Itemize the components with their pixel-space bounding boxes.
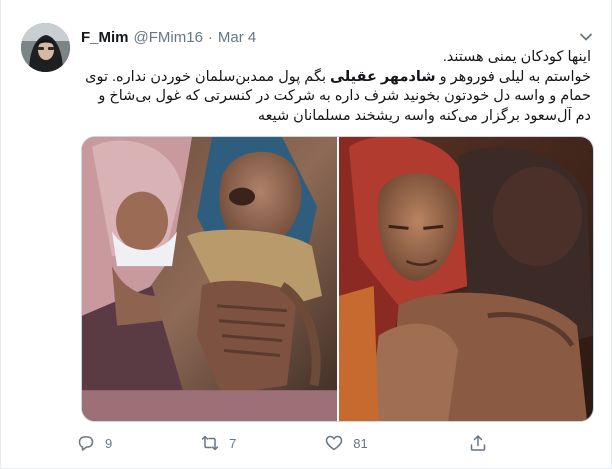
retweet-count: 7 [229,435,237,451]
tweet-line-4: دم آل‌سعود برگزار می‌کنه واسه ریشخند مسل… [257,107,591,124]
retweet-button[interactable]: 7 [201,434,325,452]
reply-icon [77,434,95,452]
tweet-text: اینها کودکان یمنی هستند. خواستم به لیلی … [81,48,591,126]
tweet-actions: 9 7 81 [77,432,507,454]
tweet-line-1: اینها کودکان یمنی هستند. [442,49,591,65]
share-button[interactable] [469,434,507,452]
tweet-line-2: خواستم به لیلی فوروهر و شادمهر عقیلی بگم… [85,68,591,85]
retweet-icon [201,434,219,452]
heart-icon [325,434,343,452]
media-photo-2[interactable] [339,137,593,421]
tweet-card[interactable]: F_Mim @FMim16 · Mar 4 اینها کودکان یمنی … [0,0,612,469]
avatar[interactable] [21,23,70,72]
media-photo-1[interactable] [82,137,337,421]
tweet-line-3: حمام و واسه دل خودتون بخونید شرف داره به… [98,88,591,104]
author-name[interactable]: F_Mim [81,29,129,46]
chevron-down-icon[interactable] [577,28,595,46]
separator-dot: · [207,28,213,46]
author-handle[interactable]: @FMim16 [134,29,203,46]
like-button[interactable]: 81 [325,434,449,452]
tweet-header: F_Mim @FMim16 · Mar 4 [81,27,256,47]
reply-button[interactable]: 9 [77,434,201,452]
mention-bold: شادمهر عقیلی [330,68,436,85]
share-icon [469,434,487,452]
reply-count: 9 [105,435,113,451]
tweet-date[interactable]: Mar 4 [218,29,256,46]
tweet-media[interactable] [81,136,594,422]
like-count: 81 [353,435,368,451]
